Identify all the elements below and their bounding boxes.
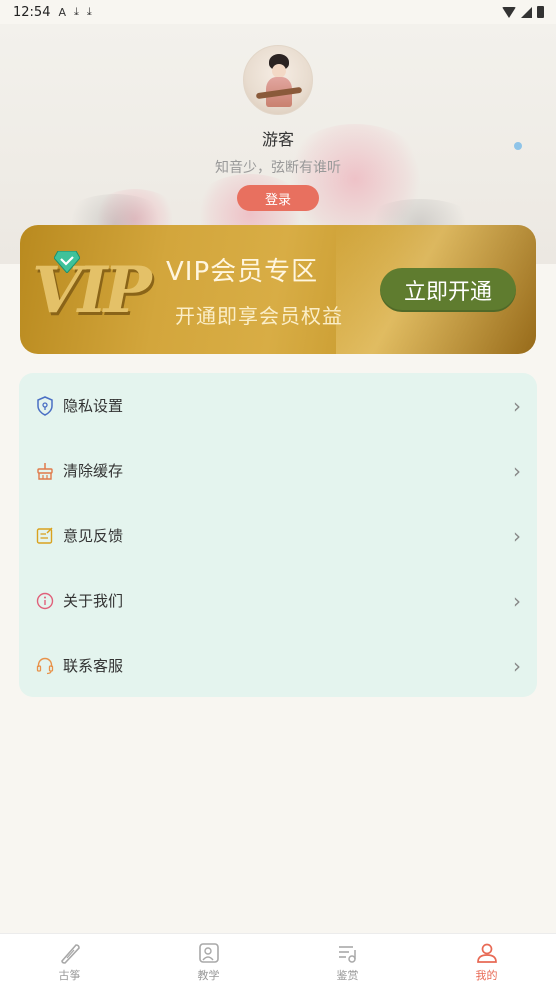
menu-item-clear-cache[interactable]: 清除缓存 › [19,438,537,503]
notification-a-icon: A [58,5,66,19]
broom-icon [35,461,55,481]
menu-item-privacy[interactable]: 隐私设置 › [19,373,537,438]
login-button[interactable]: 登录 [237,185,319,211]
chevron-right-icon: › [513,393,521,418]
menu-label: 意见反馈 [63,527,124,545]
menu-label: 隐私设置 [63,397,124,415]
tab-appreciation[interactable]: 鉴赏 [278,934,417,990]
bottom-nav: 古筝 教学 鉴赏 我的 [0,933,556,990]
tab-label: 鉴赏 [336,969,359,982]
chevron-right-icon: › [513,523,521,548]
user-name: 游客 [261,130,294,149]
guzheng-icon [58,941,82,965]
signal-icon [521,6,532,18]
tab-teaching[interactable]: 教学 [139,934,278,990]
menu-label: 清除缓存 [63,462,124,480]
status-bar: 12:54 A ⤓ ⤓ [0,0,556,24]
settings-menu: 隐私设置 › 清除缓存 › 意见反馈 › 关于我们 › 联系客服 › [19,373,537,697]
wifi-icon [502,6,516,18]
vip-banner[interactable]: VIP VIP会员专区 开通即享会员权益 立即开通 [20,225,536,354]
chevron-right-icon: › [513,588,521,613]
download-icon: ⤓ [74,5,79,18]
chevron-right-icon: › [513,458,521,483]
user-icon [475,941,499,965]
menu-item-about[interactable]: 关于我们 › [19,568,537,633]
menu-item-feedback[interactable]: 意见反馈 › [19,503,537,568]
vip-open-button[interactable]: 立即开通 [380,268,516,312]
tab-label: 我的 [475,969,498,982]
battery-icon [537,6,544,18]
menu-label: 关于我们 [63,592,124,610]
chevron-right-icon: › [513,653,521,678]
menu-item-customer-service[interactable]: 联系客服 › [19,633,537,698]
download-icon: ⤓ [86,5,92,18]
vip-title: VIP会员专区 [166,257,319,287]
feedback-icon [35,526,55,546]
tab-label: 古筝 [58,969,81,982]
tab-mine[interactable]: 我的 [417,934,556,990]
tab-label: 教学 [197,969,220,982]
user-motto: 知音少，弦断有谁听 [215,160,341,176]
music-list-icon [336,941,360,965]
vip-logo: VIP [32,253,152,328]
diamond-icon [54,251,80,273]
menu-label: 联系客服 [63,657,124,675]
status-time: 12:54 [13,4,51,20]
shield-icon [35,395,55,416]
avatar[interactable] [243,45,313,115]
vip-subtitle: 开通即享会员权益 [175,304,343,328]
info-icon [35,591,55,611]
teaching-icon [197,941,221,965]
headset-icon [35,656,55,676]
tab-guzheng[interactable]: 古筝 [0,934,139,990]
profile-screen: 12:54 A ⤓ ⤓ 游客 知音少，弦断有谁听 登录 VIP VIP会员专区 … [0,0,556,990]
